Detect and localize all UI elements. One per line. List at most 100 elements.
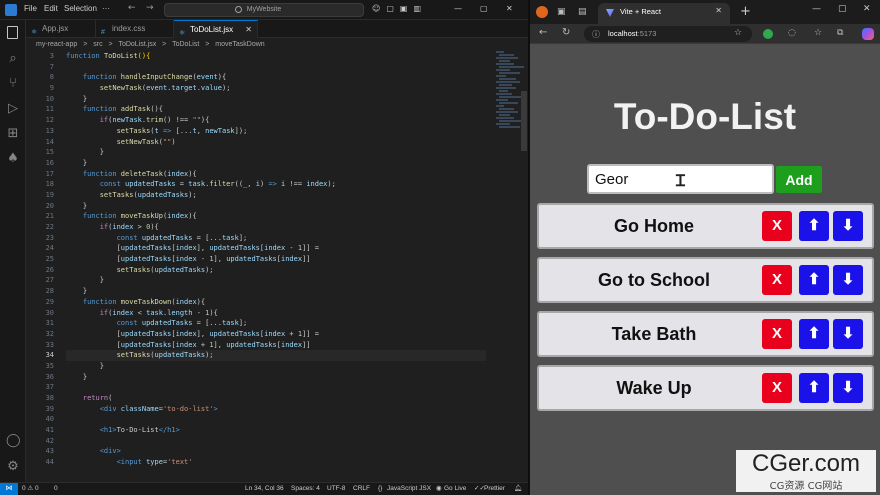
code-line[interactable]: setNewTask(event.target.value); xyxy=(66,83,486,94)
close-icon[interactable]: ✕ xyxy=(506,4,513,13)
delete-button[interactable]: X xyxy=(762,265,792,295)
breadcrumb-item[interactable]: ToDoList xyxy=(172,41,199,48)
breadcrumb-item[interactable]: moveTaskDown xyxy=(215,41,264,48)
delete-button[interactable]: X xyxy=(762,373,792,403)
code-line[interactable]: setTasks(updatedTasks); xyxy=(66,190,486,201)
code-line[interactable]: } xyxy=(66,361,486,372)
extensions-icon[interactable]: ⊞ xyxy=(6,127,20,141)
code-line[interactable]: [updatedTasks[index], updatedTasks[index… xyxy=(66,329,486,340)
layout-icons[interactable]: ☺▢▣▥ xyxy=(372,4,427,13)
breadcrumb-item[interactable]: src xyxy=(93,41,102,48)
maximize-icon[interactable]: ▢ xyxy=(838,4,847,14)
code-line[interactable]: } xyxy=(66,147,486,158)
profile-avatar[interactable] xyxy=(536,6,548,18)
forward-arrow-icon[interactable]: → xyxy=(146,3,154,13)
code-line[interactable]: function deleteTask(index){ xyxy=(66,169,486,180)
status-eol[interactable]: CRLF xyxy=(353,483,370,495)
code-line[interactable]: function moveTaskDown(index){ xyxy=(66,297,486,308)
favorites-icon[interactable]: ☆ xyxy=(814,28,822,38)
code-line[interactable]: if(index < task.length - 1){ xyxy=(66,308,486,319)
source-control-icon[interactable]: ⑂ xyxy=(6,77,20,91)
tab-todolist-jsx[interactable]: ⚛ ToDoList.jsx ✕ xyxy=(174,20,258,38)
code-line[interactable]: setTasks(t => [...t, newTask]); xyxy=(66,126,486,137)
move-up-button[interactable]: ⬆ xyxy=(799,265,829,295)
code-line[interactable]: function handleInputChange(event){ xyxy=(66,72,486,83)
remote-icon[interactable]: ⋈ xyxy=(0,483,18,495)
code-line[interactable]: function addTask(){ xyxy=(66,104,486,115)
code-line[interactable]: [updatedTasks[index + 1], updatedTasks[i… xyxy=(66,340,486,351)
code-line[interactable]: return( xyxy=(66,393,486,404)
browser-tab[interactable]: Vite + React ✕ xyxy=(598,3,730,24)
favorite-star-icon[interactable]: ☆ xyxy=(734,28,742,38)
notification-bell-icon[interactable]: 🔔︎ xyxy=(514,483,522,495)
status-indentation[interactable]: Spaces: 4 xyxy=(291,483,320,495)
settings-gear-icon[interactable]: ⚙ xyxy=(6,460,20,474)
code-line[interactable]: setTasks(updatedTasks); xyxy=(66,265,486,276)
code-line[interactable]: } xyxy=(66,275,486,286)
code-line[interactable]: <div className='to-do-list'> xyxy=(66,404,486,415)
code-line[interactable]: function moveTaskUp(index){ xyxy=(66,211,486,222)
breadcrumb-item[interactable]: ToDoList.jsx xyxy=(118,41,156,48)
site-info-icon[interactable]: ⓘ xyxy=(592,29,600,40)
command-center-search[interactable]: MyWebsite xyxy=(164,3,364,17)
new-tab-icon[interactable]: + xyxy=(740,4,751,19)
minimap[interactable] xyxy=(496,51,524,131)
code-line[interactable]: } xyxy=(66,286,486,297)
back-arrow-icon[interactable]: ← xyxy=(128,3,136,13)
status-prettier[interactable]: Prettier xyxy=(484,483,505,495)
maximize-icon[interactable]: ▢ xyxy=(480,4,488,13)
move-down-button[interactable]: ⬇ xyxy=(833,373,863,403)
run-debug-icon[interactable]: ▷ xyxy=(6,102,20,116)
status-ports[interactable]: 0 xyxy=(54,483,58,495)
editor-scrollbar[interactable] xyxy=(521,91,527,151)
minimize-icon[interactable]: — xyxy=(812,4,821,14)
status-encoding[interactable]: UTF-8 xyxy=(327,483,345,495)
code-line[interactable] xyxy=(66,382,486,393)
move-up-button[interactable]: ⬆ xyxy=(799,319,829,349)
move-down-button[interactable]: ⬇ xyxy=(833,265,863,295)
code-line[interactable]: } xyxy=(66,201,486,212)
code-line[interactable]: } xyxy=(66,94,486,105)
copilot-icon[interactable] xyxy=(862,28,874,40)
code-line[interactable]: <input type='text' xyxy=(66,457,486,468)
code-line[interactable] xyxy=(66,414,486,425)
tab-index-css[interactable]: # index.css xyxy=(96,20,174,38)
code-line[interactable]: <h1>To-Do-List</h1> xyxy=(66,425,486,436)
status-golive[interactable]: Go Live xyxy=(444,483,466,495)
code-line[interactable]: } xyxy=(66,158,486,169)
minimize-icon[interactable]: — xyxy=(454,4,462,13)
menu-selection[interactable]: Selection xyxy=(64,4,97,13)
collections-icon[interactable]: ⧉ xyxy=(837,28,843,38)
move-down-button[interactable]: ⬇ xyxy=(833,211,863,241)
code-editor[interactable]: 3 7 8 9 10 11 12 13 14 15 16 17 18 19 20 21 22 23 24 25 26 27… xyxy=(26,51,528,482)
delete-button[interactable]: X xyxy=(762,211,792,241)
add-button[interactable]: Add xyxy=(776,166,822,193)
close-icon[interactable]: ✕ xyxy=(863,4,871,14)
code-line[interactable]: setTasks(updatedTasks); xyxy=(66,350,486,361)
tab-actions-icon[interactable]: ▤ xyxy=(578,6,587,18)
menu-file[interactable]: File xyxy=(24,4,37,13)
tab-app-jsx[interactable]: ⚛ App.jsx xyxy=(26,20,96,38)
mongodb-leaf-icon[interactable]: ♠ xyxy=(6,152,20,166)
tab-close-icon[interactable]: ✕ xyxy=(715,6,722,15)
code-line[interactable]: } xyxy=(66,372,486,383)
address-bar[interactable]: ⓘ localhost:5173 ☆ xyxy=(584,26,752,42)
status-problems[interactable]: 0 ⚠ 0 xyxy=(22,483,39,495)
code-line[interactable] xyxy=(66,62,486,73)
workspaces-icon[interactable]: ▣ xyxy=(557,6,566,18)
code-line[interactable]: const updatedTasks = [...task]; xyxy=(66,233,486,244)
explorer-icon[interactable] xyxy=(7,26,18,39)
move-up-button[interactable]: ⬆ xyxy=(799,211,829,241)
code-line[interactable]: const updatedTasks = [...task]; xyxy=(66,318,486,329)
code-line[interactable] xyxy=(66,436,486,447)
code-line[interactable]: if(newTask.trim() !== ""){ xyxy=(66,115,486,126)
code-line[interactable]: function ToDoList(){ xyxy=(66,51,486,62)
status-cursor-position[interactable]: Ln 34, Col 36 xyxy=(245,483,284,495)
breadcrumb-item[interactable]: my-react-app xyxy=(36,41,77,48)
code-line[interactable]: [updatedTasks[index], updatedTasks[index… xyxy=(66,243,486,254)
code-line[interactable]: const updatedTasks = task.filter((_, i) … xyxy=(66,179,486,190)
account-icon[interactable]: ◯ xyxy=(6,434,21,448)
extension-icon[interactable] xyxy=(763,29,773,39)
menu-more-icon[interactable]: ··· xyxy=(102,4,110,13)
tab-close-icon[interactable]: ✕ xyxy=(245,21,252,39)
